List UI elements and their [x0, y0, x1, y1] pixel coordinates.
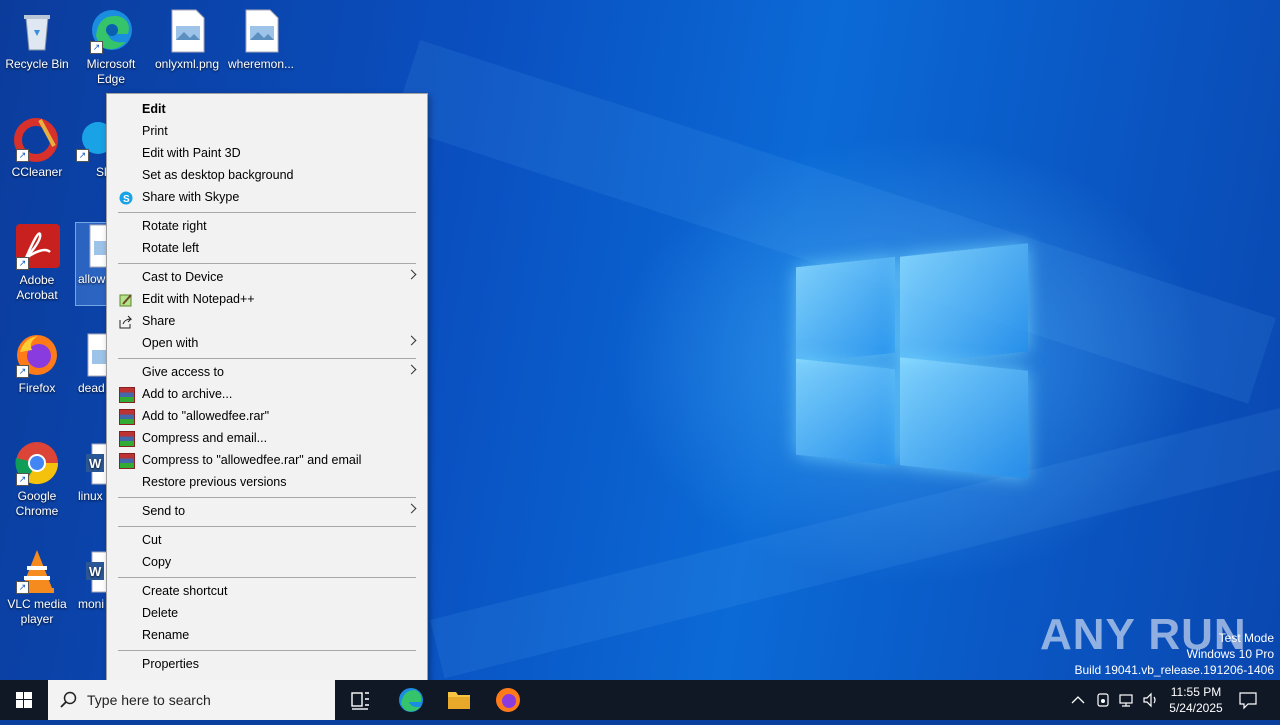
menu-item-give-access-to[interactable]: Give access to: [109, 361, 425, 383]
winrar-icon: [119, 387, 135, 403]
image-file-icon: [238, 8, 284, 54]
skype-icon: S: [119, 190, 133, 205]
taskbar-file-explorer-button[interactable]: [435, 680, 483, 720]
network-icon[interactable]: [1118, 692, 1136, 708]
start-button[interactable]: [0, 680, 48, 720]
word-doc-icon: W: [80, 440, 108, 486]
context-menu: Edit Print Edit with Paint 3D Set as des…: [106, 93, 428, 682]
svg-text:W: W: [89, 564, 102, 579]
menu-item-rename[interactable]: Rename: [109, 624, 425, 646]
task-view-icon: [351, 692, 369, 710]
menu-separator: [118, 577, 416, 578]
menu-item-share-with-skype[interactable]: S Share with Skype: [109, 186, 425, 208]
taskbar: Type here to search 11:55 PM 5/24/2025: [0, 680, 1280, 720]
notepadpp-icon: [119, 292, 133, 307]
taskbar-clock[interactable]: 11:55 PM 5/24/2025: [1160, 684, 1232, 716]
acrobat-icon: ↗: [14, 224, 60, 270]
menu-item-delete[interactable]: Delete: [109, 602, 425, 624]
image-file-icon: [80, 332, 108, 378]
desktop-icon-ccleaner[interactable]: ↗ CCleaner: [0, 116, 74, 180]
chrome-icon: ↗: [14, 440, 60, 486]
task-view-button[interactable]: [336, 680, 384, 720]
menu-item-create-shortcut[interactable]: Create shortcut: [109, 580, 425, 602]
svg-text:S: S: [123, 194, 130, 205]
device-icon[interactable]: [1095, 692, 1111, 708]
menu-item-send-to[interactable]: Send to: [109, 500, 425, 522]
menu-separator: [118, 212, 416, 213]
notifications-icon[interactable]: [1238, 690, 1258, 710]
desktop-icon-recycle-bin[interactable]: Recycle Bin: [0, 8, 74, 72]
menu-item-properties[interactable]: Properties: [109, 653, 425, 675]
chevron-right-icon: [406, 364, 417, 375]
windows-start-icon: [16, 692, 32, 708]
menu-item-edit[interactable]: Edit: [109, 98, 425, 120]
desktop-icon-moni[interactable]: W moni: [74, 548, 108, 612]
firefox-icon: [496, 688, 520, 712]
firefox-icon: ↗: [14, 332, 60, 378]
desktop-icon-vlc[interactable]: ↗ VLC media player: [0, 548, 74, 627]
desktop-icon-edge[interactable]: ↗ Microsoft Edge: [74, 8, 148, 87]
taskbar-edge-button[interactable]: [387, 680, 435, 720]
vlc-icon: ↗: [14, 548, 60, 594]
chevron-up-icon[interactable]: [1071, 694, 1085, 706]
menu-item-print[interactable]: Print: [109, 120, 425, 142]
volume-icon[interactable]: [1142, 692, 1160, 708]
menu-item-add-to-rar[interactable]: Add to "allowedfee.rar": [109, 405, 425, 427]
desktop-icon-chrome[interactable]: ↗ Google Chrome: [0, 440, 74, 519]
chevron-right-icon: [406, 503, 417, 514]
search-icon: [60, 691, 77, 708]
windows-logo: [796, 242, 1028, 479]
menu-item-copy[interactable]: Copy: [109, 551, 425, 573]
menu-item-share[interactable]: Share: [109, 310, 425, 332]
image-file-icon: [164, 8, 210, 54]
menu-separator: [118, 497, 416, 498]
taskbar-firefox-button[interactable]: [484, 680, 532, 720]
recycle-bin-icon: [14, 8, 60, 54]
chevron-right-icon: [406, 269, 417, 280]
edge-icon: [399, 688, 423, 712]
winrar-icon: [119, 453, 135, 469]
desktop-icon-dead[interactable]: dead: [74, 332, 108, 396]
menu-separator: [118, 650, 416, 651]
menu-item-edit-with-notepadpp[interactable]: Edit with Notepad++: [109, 288, 425, 310]
skype-icon: ↗: [74, 116, 110, 162]
desktop-icon-linux[interactable]: W linux: [74, 440, 108, 504]
menu-item-set-as-desktop-background[interactable]: Set as desktop background: [109, 164, 425, 186]
menu-item-add-to-archive[interactable]: Add to archive...: [109, 383, 425, 405]
word-doc-icon: W: [80, 548, 108, 594]
desktop-icon-skype[interactable]: ↗ Sk: [74, 116, 110, 180]
menu-separator: [118, 358, 416, 359]
folder-icon: [448, 692, 470, 709]
menu-item-cut[interactable]: Cut: [109, 529, 425, 551]
ccleaner-icon: ↗: [14, 116, 60, 162]
edge-icon: ↗: [88, 8, 134, 54]
share-icon: [119, 314, 133, 329]
chevron-right-icon: [406, 335, 417, 346]
menu-item-rotate-left[interactable]: Rotate left: [109, 237, 425, 259]
test-mode-notice: Test Mode Windows 10 Pro Build 19041.vb_…: [1074, 631, 1275, 677]
menu-item-compress-and-email[interactable]: Compress and email...: [109, 427, 425, 449]
desktop-icon-wheremon[interactable]: wheremon...: [224, 8, 298, 72]
menu-item-restore-previous-versions[interactable]: Restore previous versions: [109, 471, 425, 493]
menu-item-cast-to-device[interactable]: Cast to Device: [109, 266, 425, 288]
menu-item-compress-to-rar-and-email[interactable]: Compress to "allowedfee.rar" and email: [109, 449, 425, 471]
svg-text:W: W: [89, 456, 102, 471]
desktop-icon-onlyxml[interactable]: onlyxml.png: [150, 8, 224, 72]
menu-item-rotate-right[interactable]: Rotate right: [109, 215, 425, 237]
desktop-icon-acrobat[interactable]: ↗ Adobe Acrobat: [0, 224, 74, 303]
menu-separator: [118, 263, 416, 264]
winrar-icon: [119, 431, 135, 447]
menu-separator: [118, 526, 416, 527]
taskbar-search-box[interactable]: Type here to search: [48, 680, 335, 720]
menu-item-edit-with-paint-3d[interactable]: Edit with Paint 3D: [109, 142, 425, 164]
menu-item-open-with[interactable]: Open with: [109, 332, 425, 354]
winrar-icon: [119, 409, 135, 425]
desktop-icon-firefox[interactable]: ↗ Firefox: [0, 332, 74, 396]
